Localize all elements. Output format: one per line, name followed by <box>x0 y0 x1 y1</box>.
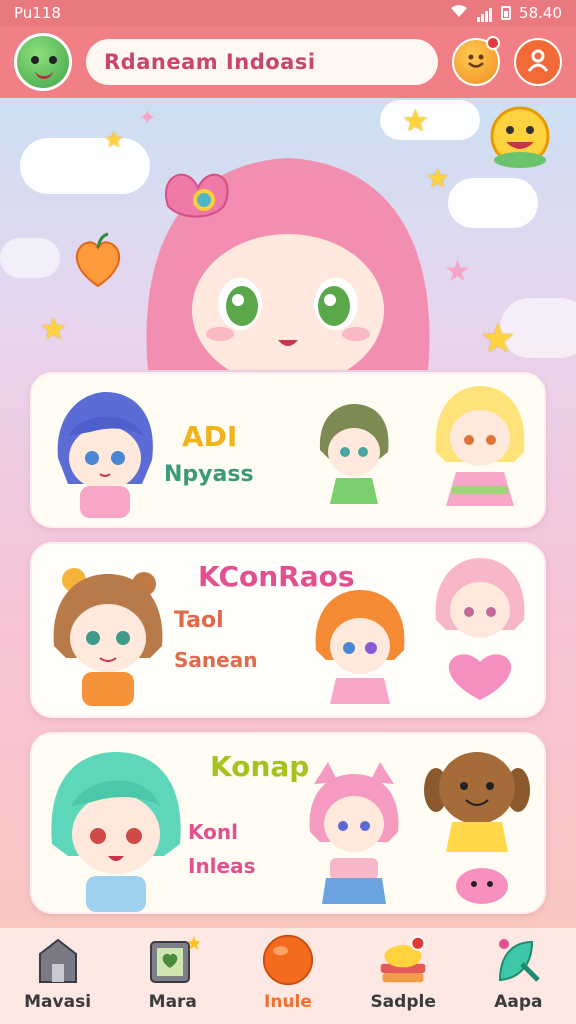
anime-girl-illustration <box>146 158 430 370</box>
nav-item-mavasi[interactable]: Mavasi <box>3 934 113 1012</box>
bottom-navigation: Mavasi ★ Mara Inule Sadple Aapa <box>0 928 576 1024</box>
app-logo-icon[interactable] <box>14 33 72 91</box>
blue-hair-character <box>57 392 153 518</box>
nav-item-mara[interactable]: ★ Mara <box>118 934 228 1012</box>
card-title: ADI <box>182 420 238 453</box>
status-icons: 58.40 <box>449 4 562 22</box>
orange-hair-character <box>315 590 405 704</box>
status-time: 58.40 <box>519 4 562 22</box>
card-subtitle: Npyass <box>164 462 254 487</box>
wifi-icon <box>449 4 469 22</box>
cloud-icon <box>448 178 538 228</box>
nav-item-inule[interactable]: Inule <box>233 934 343 1012</box>
apple-icon <box>75 232 121 288</box>
mint-hair-character <box>51 752 181 912</box>
star-icon: ★ <box>40 312 67 347</box>
star-icon: ★ <box>480 316 516 362</box>
category-card-3[interactable]: Konap Konl Inleas <box>30 732 546 914</box>
nav-label: Aapa <box>494 992 543 1012</box>
nav-label: Sadple <box>370 992 436 1012</box>
svg-text:★: ★ <box>185 934 199 955</box>
star-icon: ★ <box>444 254 471 289</box>
nav-label: Mavasi <box>24 992 92 1012</box>
pink-hair-character <box>435 558 525 700</box>
profile-button[interactable] <box>514 38 562 86</box>
search-value: Rdaneam Indoasi <box>104 50 316 74</box>
status-bar: Pu118 58.40 <box>0 0 576 26</box>
star-icon: ✦ <box>138 106 157 131</box>
picture-frame-icon: ★ <box>147 934 199 986</box>
star-icon: ★ <box>104 128 124 153</box>
cloud-icon <box>0 238 60 278</box>
blonde-character <box>435 386 525 506</box>
app-header: Rdaneam Indoasi <box>0 26 576 98</box>
orange-ball-icon <box>262 934 314 986</box>
nav-item-aapa[interactable]: Aapa <box>463 934 573 1012</box>
user-icon <box>525 47 551 77</box>
smiley-icon <box>461 45 491 79</box>
card-title: Konap <box>210 750 310 783</box>
hero-banner: ★ ★ ★ ★ ★ ✦ ★ <box>0 98 576 370</box>
card-line-1: Taol <box>174 608 224 633</box>
green-hair-character <box>319 404 389 504</box>
mascot-icon <box>490 106 550 168</box>
nav-label: Inule <box>264 992 312 1012</box>
battery-icon <box>501 6 512 20</box>
search-input[interactable]: Rdaneam Indoasi <box>86 39 438 85</box>
cat-ear-character <box>309 762 399 904</box>
dog-character <box>424 752 530 904</box>
app-leaf-icon <box>492 934 544 986</box>
category-card-2[interactable]: KConRaos Taol Sanean <box>30 542 546 718</box>
house-icon <box>32 934 84 986</box>
nav-item-sadple[interactable]: Sadple <box>348 934 458 1012</box>
category-card-1[interactable]: ADI Npyass <box>30 372 546 528</box>
signal-icon <box>477 4 493 22</box>
card-line-2: Inleas <box>188 854 256 878</box>
notifications-button[interactable] <box>452 36 500 86</box>
card-line-1: Konl <box>188 820 238 844</box>
notification-dot-icon <box>486 36 500 50</box>
book-stack-icon <box>377 934 429 986</box>
nav-label: Mara <box>148 992 197 1012</box>
status-carrier: Pu118 <box>14 4 61 22</box>
card-line-2: Sanean <box>174 648 258 672</box>
brown-hair-character <box>53 568 163 706</box>
